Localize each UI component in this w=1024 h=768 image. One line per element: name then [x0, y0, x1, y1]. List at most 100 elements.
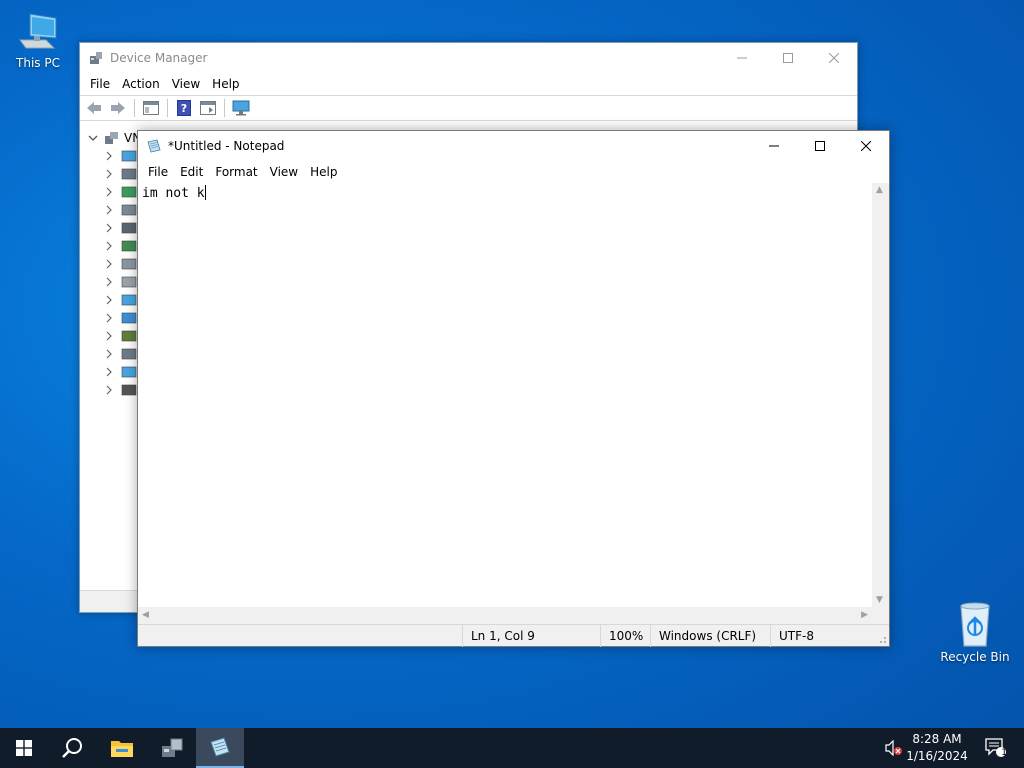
monitor-icon — [232, 100, 250, 116]
taskbar-notepad[interactable] — [196, 728, 244, 768]
scroll-up-icon[interactable]: ▲ — [876, 185, 883, 195]
desktop-icon-label: This PC — [16, 56, 60, 70]
tree-node[interactable] — [104, 346, 137, 362]
notepad-text: im not k — [142, 186, 205, 201]
chevron-right-icon — [106, 277, 112, 287]
tree-node[interactable] — [104, 148, 137, 164]
help-icon: ? — [177, 100, 191, 116]
back-button[interactable] — [84, 98, 104, 118]
chevron-right-icon — [106, 295, 112, 305]
tree-node[interactable] — [104, 202, 137, 218]
taskbar-file-explorer[interactable] — [98, 728, 146, 768]
close-button[interactable] — [811, 43, 857, 73]
status-position: Ln 1, Col 9 — [462, 625, 600, 647]
menu-file[interactable]: File — [142, 165, 174, 179]
toolbar-separator — [224, 99, 225, 117]
notepad-icon — [210, 737, 230, 757]
recycle-bin-icon — [960, 602, 990, 647]
tree-node[interactable] — [104, 364, 137, 380]
menu-view[interactable]: View — [166, 77, 206, 91]
minimize-button[interactable] — [719, 43, 765, 73]
notepad-window[interactable]: *Untitled - Notepad File Edit Format Vie… — [137, 130, 890, 647]
properties-button[interactable] — [198, 98, 218, 118]
device-manager-menubar: File Action View Help — [80, 73, 857, 95]
device-category-icon — [121, 348, 137, 360]
arrow-right-icon — [111, 102, 125, 114]
tree-node[interactable] — [104, 166, 137, 182]
notepad-titlebar[interactable]: *Untitled - Notepad — [138, 131, 889, 161]
notepad-menubar: File Edit Format View Help — [138, 161, 889, 183]
text-caret — [204, 185, 206, 200]
device-manager-titlebar[interactable]: Device Manager — [80, 43, 857, 73]
computer-icon — [105, 132, 118, 144]
scan-hardware-button[interactable] — [231, 98, 251, 118]
status-line-ending: Windows (CRLF) — [650, 625, 770, 647]
tree-node[interactable] — [104, 382, 137, 398]
chevron-right-icon — [106, 205, 112, 215]
menu-file[interactable]: File — [84, 77, 116, 91]
toolbar-separator — [167, 99, 168, 117]
scroll-left-icon[interactable]: ◀ — [142, 610, 149, 620]
taskbar-clock[interactable]: 8:28 AM 1/16/2024 — [902, 731, 972, 765]
device-category-icon — [121, 276, 137, 288]
close-icon — [829, 53, 839, 63]
status-zoom: 100% — [600, 625, 650, 647]
chevron-right-icon — [106, 223, 112, 233]
tree-node[interactable] — [104, 256, 137, 272]
menu-help[interactable]: Help — [206, 77, 245, 91]
tree-root[interactable]: VN — [88, 129, 143, 147]
chevron-right-icon — [106, 349, 112, 359]
notification-count: 1 — [1001, 748, 1007, 758]
tree-node[interactable] — [104, 238, 137, 254]
device-category-icon — [121, 330, 137, 342]
scrollbar-corner — [872, 607, 889, 624]
show-hide-tree-button[interactable] — [141, 98, 161, 118]
scroll-down-icon[interactable]: ▼ — [876, 595, 883, 605]
help-button[interactable]: ? — [174, 98, 194, 118]
tree-node[interactable] — [104, 292, 137, 308]
clock-date: 1/16/2024 — [906, 749, 968, 763]
notepad-text-area[interactable]: im not k — [138, 183, 872, 607]
device-category-icon — [121, 186, 137, 198]
vertical-scrollbar[interactable]: ▲ ▼ — [872, 183, 889, 607]
device-category-icon — [121, 150, 137, 162]
device-category-icon — [121, 240, 137, 252]
status-encoding: UTF-8 — [770, 625, 873, 647]
windows-logo-icon — [16, 740, 32, 756]
chevron-right-icon — [106, 151, 112, 161]
menu-view[interactable]: View — [264, 165, 304, 179]
maximize-icon — [783, 53, 793, 63]
menu-action[interactable]: Action — [116, 77, 166, 91]
menu-help[interactable]: Help — [304, 165, 343, 179]
device-category-icon — [121, 222, 137, 234]
menu-edit[interactable]: Edit — [174, 165, 209, 179]
device-category-icon — [121, 366, 137, 378]
search-button[interactable] — [48, 728, 96, 768]
resize-grip-icon[interactable] — [875, 632, 887, 644]
window-title: *Untitled - Notepad — [168, 139, 285, 153]
close-button[interactable] — [843, 131, 889, 161]
tree-node[interactable] — [104, 310, 137, 326]
chevron-right-icon — [106, 331, 112, 341]
start-button[interactable] — [0, 728, 48, 768]
maximize-button[interactable] — [765, 43, 811, 73]
chevron-right-icon — [106, 385, 112, 395]
minimize-button[interactable] — [751, 131, 797, 161]
horizontal-scrollbar[interactable]: ◀ ▶ — [138, 607, 872, 624]
desktop-icon-recycle-bin[interactable]: Recycle Bin — [937, 600, 1013, 664]
desktop-icon-this-pc[interactable]: This PC — [0, 10, 76, 70]
notification-center-button[interactable]: 1 — [976, 728, 1016, 768]
tree-node[interactable] — [104, 220, 137, 236]
chevron-right-icon — [106, 187, 112, 197]
tree-node[interactable] — [104, 274, 137, 290]
volume-muted-icon — [885, 740, 902, 756]
taskbar-device-manager[interactable] — [148, 728, 196, 768]
tree-node[interactable] — [104, 184, 137, 200]
scroll-right-icon[interactable]: ▶ — [861, 610, 868, 620]
forward-button[interactable] — [108, 98, 128, 118]
maximize-button[interactable] — [797, 131, 843, 161]
tree-node[interactable] — [104, 328, 137, 344]
device-manager-icon — [90, 52, 102, 64]
computer-icon — [19, 13, 57, 49]
menu-format[interactable]: Format — [209, 165, 263, 179]
